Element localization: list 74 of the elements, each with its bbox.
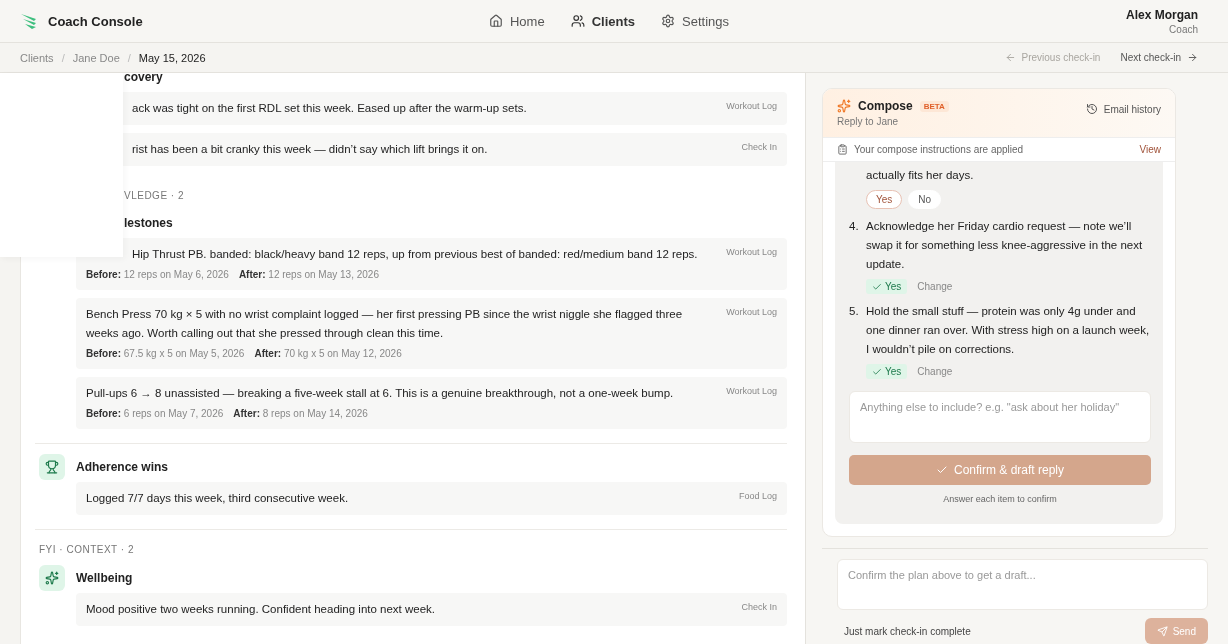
before-value: Before: 6 reps on May 7, 2026 (86, 407, 224, 421)
finding-text: rist has been a bit cranky this week — didn’t say which lift brings it on. (131, 142, 488, 157)
source-label: Workout Log (726, 246, 777, 259)
plan-item-text: Acknowledge her Friday cardio request — note we’ll swap it for something less knee-aggressive in the next update. (866, 219, 1144, 272)
history-icon (1085, 103, 1098, 115)
arrow-left-icon (1004, 52, 1016, 63)
mark-complete-link[interactable]: Just mark check-in complete (844, 625, 971, 637)
breadcrumb-separator: / (127, 51, 131, 64)
send-icon (1156, 625, 1168, 637)
check-icon (935, 464, 948, 476)
confirm-hint: Answer each item to confirm (942, 494, 1058, 504)
user-name: Alex Morgan (1126, 7, 1198, 22)
next-link[interactable]: Next check-in (1120, 52, 1198, 63)
change-link[interactable]: Change (913, 279, 957, 294)
view-link[interactable]: View (1139, 144, 1161, 155)
before-value: Before: 12 reps on May 6, 2026 (86, 268, 229, 282)
clipboard-icon (837, 144, 848, 155)
source-label: Check In (741, 601, 777, 614)
nav-link[interactable]: Home (489, 13, 545, 29)
source-label: Workout Log (726, 385, 777, 398)
source-label: Workout Log (726, 100, 777, 113)
plan-item-text: Hold the small stuff — protein was only 4g under and one dinner ran over. With stress high on a launch week, I wouldn’t pile on corrections. (866, 304, 1151, 357)
answer-chip: Yes (866, 279, 908, 294)
category-title: covery (124, 73, 163, 84)
clients-icon (570, 14, 585, 28)
answer-option[interactable]: Yes (866, 190, 903, 209)
settings-icon (661, 14, 675, 28)
breadcrumb-link[interactable]: May 15, 2026 (138, 51, 206, 64)
beta-badge: BETA (919, 100, 949, 112)
after-value: After: 70 kg x 5 on May 12, 2026 (254, 347, 402, 361)
finding-text: Bench Press 70 kg × 5 with no wrist complaint logged — her first pressing PB since the wrist niggle she flagged three weeks ago. Worth calling out that she pressed through clean this time. (86, 307, 684, 341)
breadcrumb-separator: / (61, 51, 65, 64)
finding-text: Logged 7/7 days this week, third consecutive week. (86, 491, 349, 506)
plan-item-text: actually fits her days. (866, 168, 975, 183)
finding-text: ack was tight on the first RDL set this week. Eased up after the warm-up sets. (131, 101, 527, 116)
home-icon (489, 14, 503, 28)
after-value: After: 12 reps on May 13, 2026 (238, 268, 379, 282)
category-title: Wellbeing (76, 571, 133, 585)
check-icon (872, 366, 882, 377)
nav-link[interactable]: Clients (570, 13, 635, 29)
brand-name: Coach Console (48, 13, 143, 29)
item-number: 4. (849, 219, 860, 234)
section-label: VLEDGE · 2 (124, 190, 186, 201)
sparkle-icon (39, 565, 65, 591)
finding-text: Pull-ups 6 → 8 unassisted — breaking a five-week stall at 6. This is a genuine breakthrough, not a one-week bump. (86, 386, 674, 401)
item-number: 5. (849, 304, 860, 319)
before-value: Before: 67.5 kg x 5 on May 5, 2026 (86, 347, 245, 361)
user-role: Coach (1169, 23, 1198, 35)
arrow-right-icon (1187, 52, 1198, 63)
answer-chip: Yes (866, 364, 908, 379)
source-label: Workout Log (726, 306, 777, 319)
category-title: lestones (124, 216, 173, 230)
check-icon (872, 281, 882, 292)
change-link[interactable]: Change (913, 364, 957, 379)
after-value: After: 8 reps on May 14, 2026 (233, 407, 368, 421)
trophy-icon (39, 454, 65, 480)
breadcrumb-link[interactable]: Jane Doe (72, 51, 120, 64)
breadcrumb-link[interactable]: Clients (20, 51, 54, 64)
sparkle-icon (837, 99, 851, 113)
finding-text: Mood positive two weeks running. Confident heading into next week. (86, 602, 436, 617)
email-history-button[interactable]: Email history (1085, 99, 1161, 119)
section-label: FYI · CONTEXT · 2 (39, 544, 135, 555)
source-label: Check In (741, 141, 777, 154)
source-label: Food Log (738, 490, 777, 503)
draft-field[interactable]: Confirm the plan above to get a draft... (837, 559, 1208, 610)
nav-link[interactable]: Settings (661, 13, 729, 29)
logo-icon (20, 13, 38, 29)
compose-subtitle: Reply to Jane (837, 116, 900, 127)
compose-title: Compose (858, 99, 913, 113)
answer-option[interactable]: No (908, 190, 942, 209)
notice-text: Your compose instructions are applied (837, 144, 1024, 155)
category-title: Adherence wins (76, 460, 169, 474)
instructions-field[interactable]: Anything else to include? e.g. "ask about her holiday" (849, 391, 1151, 443)
finding-text: Hip Thrust PB. banded: black/heavy band 12 reps, up from previous best of banded: red/medium band 12 reps. (131, 247, 698, 262)
